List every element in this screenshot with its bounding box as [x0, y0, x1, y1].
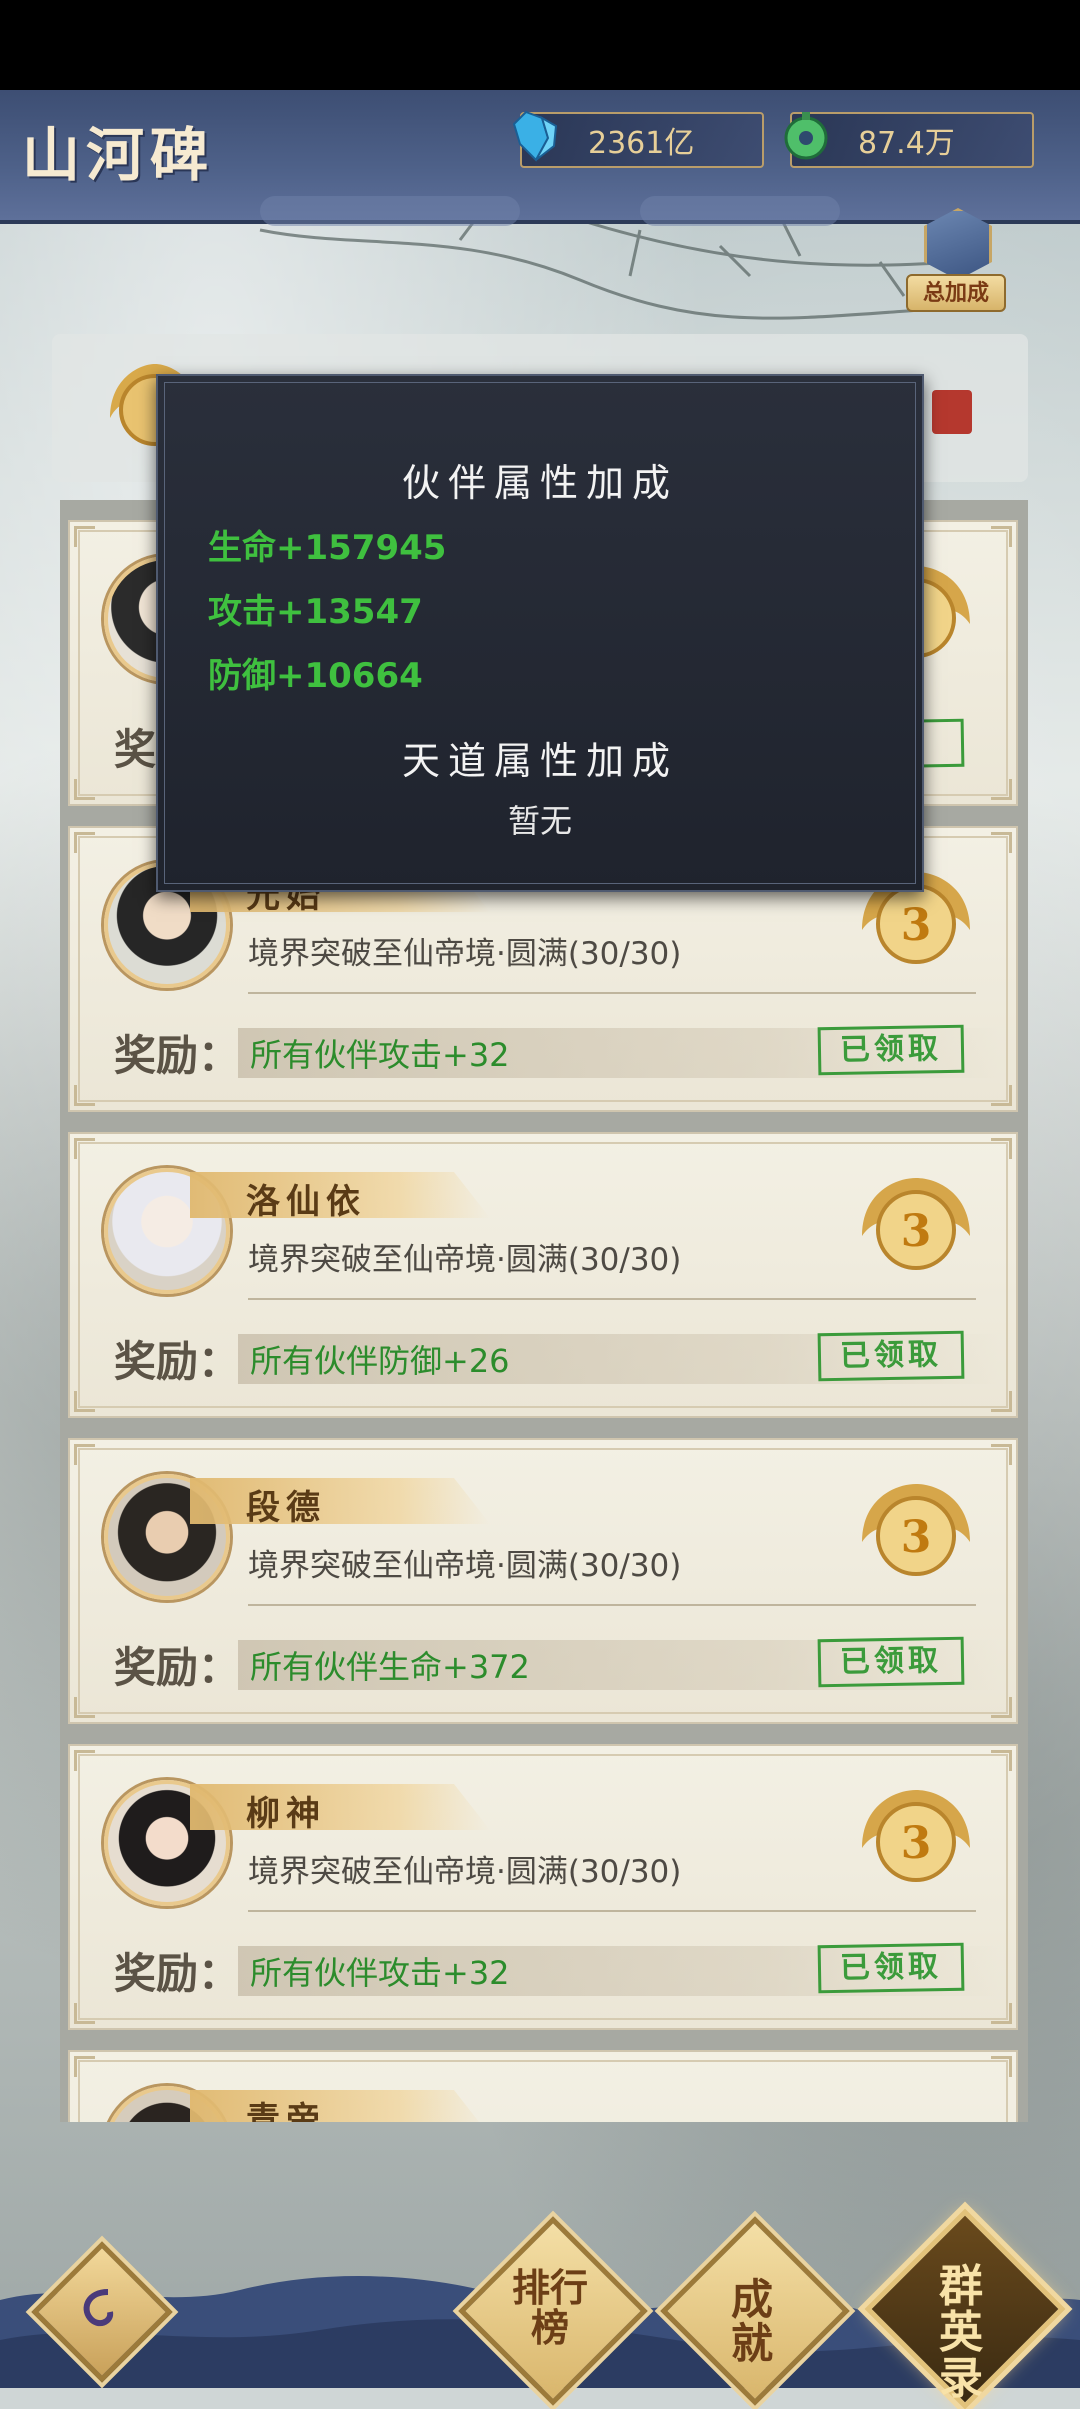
hero-name: 段德 [246, 1488, 326, 1528]
heroes-label: 群英录 [939, 2261, 983, 2405]
achievement-desc: 境界突破至仙帝境·圆满(30/30) [248, 1548, 682, 1584]
level-medal-icon: 3 [862, 1484, 970, 1576]
jade-currency[interactable]: 87.4万 [784, 112, 1034, 168]
partner-attack-bonus: 攻击+13547 [208, 592, 423, 632]
reward-label: 奖励： [114, 1949, 241, 1998]
achievement-desc: 境界突破至仙帝境·圆满(30/30) [248, 1242, 682, 1278]
jade-amount: 87.4万 [858, 126, 955, 161]
ribbon-tab [932, 390, 972, 434]
jade-icon [784, 112, 828, 160]
reward-label: 奖励： [114, 1337, 241, 1386]
reward-text: 所有伙伴生命+372 [250, 1648, 530, 1686]
status-bar [0, 0, 1080, 90]
hero-name: 青帝 [246, 2100, 326, 2122]
total-bonus-button[interactable]: 总加成 [906, 208, 1006, 316]
medal-level: 3 [901, 1818, 932, 1869]
level-medal-icon: 3 [862, 1178, 970, 1270]
medal-level: 3 [901, 900, 932, 951]
medal-level: 3 [901, 1512, 932, 1563]
ranking-label: 排行榜 [511, 2265, 588, 2350]
partner-defense-bonus: 防御+10664 [208, 656, 423, 696]
reward-text: 所有伙伴防御+26 [250, 1342, 510, 1380]
page-title: 山河碑 [22, 121, 215, 189]
claimed-stamp: 已领取 [817, 1330, 965, 1382]
list-item: 洛仙依 境界突破至仙帝境·圆满(30/30) 奖励： 所有伙伴防御+26 已领取… [68, 1132, 1018, 1418]
claimed-stamp: 已领取 [817, 1942, 965, 1994]
crystal-currency[interactable]: 2361亿 [512, 110, 764, 168]
partner-hp-bonus: 生命+157945 [208, 528, 447, 568]
heaven-bonus-value: 暂无 [507, 802, 572, 840]
crystal-amount: 2361亿 [588, 126, 695, 161]
hero-name: 柳神 [246, 1794, 326, 1834]
total-bonus-label: 总加成 [906, 274, 1006, 312]
reward-text: 所有伙伴攻击+32 [250, 1036, 510, 1074]
level-medal-icon: 3 [862, 1790, 970, 1882]
shield-icon [924, 208, 992, 280]
heroes-tab-button[interactable]: 群英录 [864, 2208, 1066, 2409]
claimed-stamp: 已领取 [817, 1636, 965, 1688]
list-item: 段德 境界突破至仙帝境·圆满(30/30) 奖励： 所有伙伴生命+372 已领取… [68, 1438, 1018, 1724]
back-arrow-icon [83, 2289, 114, 2327]
ranking-button[interactable]: 排行榜 [458, 2216, 648, 2406]
bottom-navigation: 排行榜 成就 群英录 [0, 2200, 1080, 2409]
attribute-bonus-tooltip: 伙伴属性加成 生命+157945 攻击+13547 防御+10664 天道属性加… [156, 374, 924, 892]
achievement-desc: 境界突破至仙帝境·圆满(30/30) [248, 936, 682, 972]
achievement-button[interactable]: 成就 [660, 2216, 850, 2406]
heaven-bonus-title: 天道属性加成 [401, 739, 678, 783]
medal-level: 3 [901, 1206, 932, 1257]
achievement-label: 成就 [730, 2275, 773, 2369]
reward-label: 奖励： [114, 1031, 241, 1080]
hero-name: 洛仙依 [246, 1182, 366, 1222]
list-item: 柳神 境界突破至仙帝境·圆满(30/30) 奖励： 所有伙伴攻击+32 已领取 … [68, 1744, 1018, 2030]
list-item: 青帝 [68, 2050, 1018, 2122]
partner-bonus-title: 伙伴属性加成 [401, 461, 678, 505]
reward-text: 所有伙伴攻击+32 [250, 1954, 510, 1992]
back-button[interactable] [31, 2241, 173, 2383]
reward-label: 奖励： [114, 1643, 241, 1692]
claimed-stamp: 已领取 [817, 1024, 965, 1076]
crystal-icon [512, 110, 558, 162]
achievement-desc: 境界突破至仙帝境·圆满(30/30) [248, 1854, 682, 1890]
